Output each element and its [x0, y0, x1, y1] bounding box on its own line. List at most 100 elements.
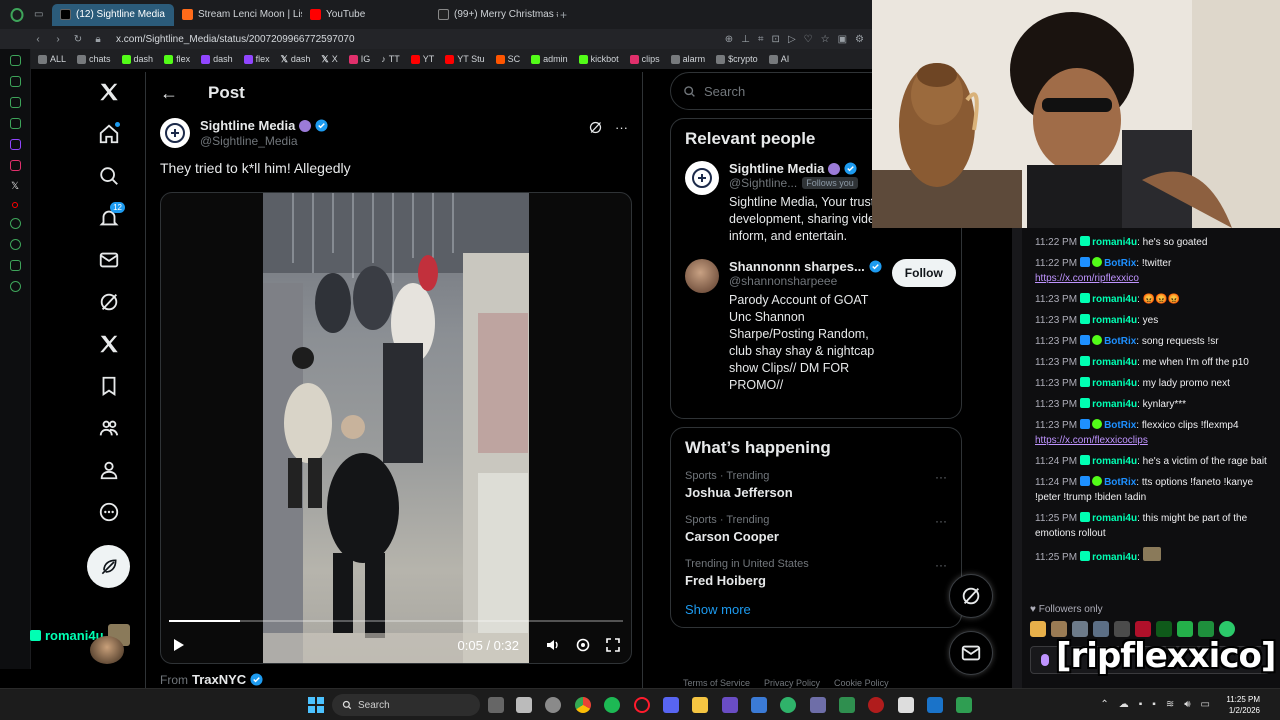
taskbar-app-icon[interactable] — [956, 697, 972, 713]
taskbar-app-icon[interactable] — [868, 697, 884, 713]
bookmark-star-icon[interactable]: ☆ — [821, 34, 830, 45]
footer-link[interactable]: Cookie Policy — [834, 678, 889, 688]
bookmark-item[interactable]: alarm — [670, 54, 705, 64]
emote-icon[interactable] — [1135, 621, 1151, 637]
trend-more-icon[interactable]: ··· — [935, 514, 947, 528]
premium-x-icon[interactable] — [89, 324, 129, 364]
chat-link[interactable]: https://x.com/flexxicoclips — [1035, 435, 1148, 446]
footer-link[interactable]: Terms of Service — [683, 678, 750, 688]
post-more-icon[interactable]: ··· — [615, 120, 628, 135]
taskbar-app-icon[interactable] — [898, 697, 914, 713]
bookmark-item[interactable]: dash — [121, 54, 153, 64]
trend-item[interactable]: Sports · Trending Joshua Jefferson ··· — [685, 470, 947, 500]
tab-stream-lenci[interactable]: Stream Lenci Moon | Liste — [174, 4, 302, 26]
battery-icon[interactable]: ▭ — [1201, 699, 1210, 710]
notifications-icon[interactable]: 12 — [89, 198, 129, 238]
video-progress-bar[interactable] — [169, 620, 623, 622]
show-more-link[interactable]: Show more — [685, 602, 947, 617]
bookmark-item[interactable]: AI — [768, 54, 789, 64]
tab-youtube[interactable]: YouTube — [302, 4, 430, 26]
discord-icon[interactable] — [663, 697, 679, 713]
taskbar-app-icon[interactable] — [545, 697, 561, 713]
emote-icon[interactable] — [1114, 621, 1130, 637]
bookmark-item[interactable]: 𝕏X — [321, 54, 337, 65]
record-icon[interactable] — [12, 202, 18, 208]
author-avatar[interactable] — [160, 118, 190, 148]
bookmark-item[interactable]: chats — [77, 54, 111, 64]
messages-icon[interactable] — [89, 240, 129, 280]
bookmark-item[interactable]: 𝕏dash — [281, 54, 311, 65]
bookmark-item[interactable]: YT Stu — [445, 54, 485, 64]
footer-link[interactable]: Privacy Policy — [764, 678, 820, 688]
grok-explain-icon[interactable] — [588, 120, 603, 135]
taskbar-app-icon[interactable] — [810, 697, 826, 713]
person-name[interactable]: Sightline Media — [729, 161, 824, 176]
extensions-sidebar-icon[interactable] — [9, 260, 21, 271]
twitch-icon[interactable] — [9, 139, 21, 150]
grok-icon[interactable] — [89, 282, 129, 322]
trend-more-icon[interactable]: ··· — [935, 470, 947, 484]
tray-app-icon[interactable]: ▪ — [1152, 699, 1156, 710]
emote-icon[interactable] — [1051, 621, 1067, 637]
taskbar-search[interactable]: Search — [332, 694, 480, 716]
chat-link[interactable]: https://x.com/ripflexxico — [1035, 273, 1139, 284]
emote-icon[interactable] — [1219, 621, 1235, 637]
sidebar-app-icon[interactable] — [9, 97, 21, 108]
tab-sightline-media[interactable]: (12) Sightline Media — [52, 3, 174, 26]
bookmark-item[interactable]: flex — [243, 54, 270, 64]
bookmarks-icon[interactable] — [89, 366, 129, 406]
mic-icon[interactable] — [1041, 654, 1049, 666]
post-video[interactable]: 0:05 / 0:32 — [160, 192, 632, 664]
emote-icon[interactable] — [1198, 621, 1214, 637]
taskbar-app-icon[interactable] — [516, 697, 532, 713]
wifi-icon[interactable]: ≋ — [1166, 699, 1174, 710]
emote-icon[interactable] — [1093, 621, 1109, 637]
fullscreen-icon[interactable] — [605, 637, 621, 653]
bookmark-item[interactable]: dash — [201, 54, 233, 64]
zoom-icon[interactable]: ⊕ — [725, 34, 733, 45]
volume-icon[interactable] — [545, 637, 561, 653]
spotify-icon[interactable] — [604, 697, 620, 713]
x-logo-icon[interactable] — [89, 72, 129, 112]
emote-icon[interactable] — [1030, 621, 1046, 637]
bookmark-item[interactable]: flex — [164, 54, 190, 64]
sidebar-app-icon[interactable] — [9, 55, 21, 66]
play-icon[interactable] — [171, 638, 185, 652]
forward-icon[interactable]: › — [48, 34, 68, 45]
more-icon[interactable] — [89, 492, 129, 532]
person-handle[interactable]: @Sightline... — [729, 176, 797, 190]
heart-icon[interactable]: ♡ — [804, 34, 813, 45]
clock-icon[interactable] — [9, 239, 21, 250]
new-tab-icon[interactable]: + — [560, 8, 567, 22]
file-explorer-icon[interactable] — [692, 697, 708, 713]
bookmark-item[interactable]: admin — [531, 54, 568, 64]
taskbar-app-icon[interactable] — [839, 697, 855, 713]
person-avatar[interactable] — [685, 259, 719, 293]
compose-post-button[interactable] — [87, 545, 130, 588]
messages-float-button[interactable] — [949, 631, 993, 675]
video-settings-icon[interactable] — [575, 637, 591, 653]
sidebar-app-icon[interactable] — [9, 76, 21, 87]
taskbar-app-icon[interactable] — [927, 697, 943, 713]
taskbar-app-icon[interactable] — [722, 697, 738, 713]
crop-icon[interactable]: ⊡ — [772, 34, 780, 45]
explore-icon[interactable] — [89, 156, 129, 196]
emote-icon[interactable] — [1177, 621, 1193, 637]
chrome-icon[interactable] — [575, 697, 591, 713]
author-name[interactable]: Sightline Media — [200, 118, 295, 133]
bookmark-item[interactable]: ♪ TT — [381, 54, 400, 64]
emote-icon[interactable] — [1072, 621, 1088, 637]
send-icon[interactable]: ▷ — [788, 34, 796, 45]
follow-button[interactable]: Follow — [891, 259, 956, 287]
bookmark-item[interactable]: kickbot — [578, 54, 619, 64]
trend-item[interactable]: Sports · Trending Carson Cooper ··· — [685, 514, 947, 544]
pin-icon[interactable]: ⊥ — [741, 34, 750, 45]
communities-icon[interactable] — [89, 408, 129, 448]
profile-icon[interactable] — [89, 450, 129, 490]
grok-float-button[interactable] — [949, 574, 993, 618]
bookmark-item[interactable]: $crypto — [716, 54, 758, 64]
home-icon[interactable] — [89, 114, 129, 154]
bookmark-item[interactable]: YT — [410, 54, 434, 64]
history-icon[interactable] — [9, 218, 21, 229]
person-avatar[interactable] — [685, 161, 719, 195]
